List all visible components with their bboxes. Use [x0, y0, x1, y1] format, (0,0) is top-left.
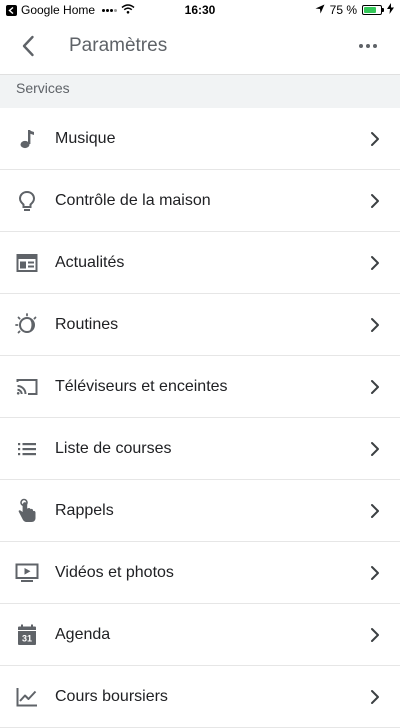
chevron-right-icon [371, 194, 379, 208]
section-title: Services [16, 80, 70, 96]
app-bar: Paramètres [0, 20, 400, 74]
cast-icon [14, 375, 40, 399]
signal-icon [102, 8, 118, 12]
lightbulb-icon [14, 189, 40, 213]
chevron-left-icon [22, 35, 34, 57]
more-options-button[interactable] [354, 34, 382, 58]
chevron-right-icon [371, 318, 379, 332]
list-item-label: Rappels [55, 502, 114, 519]
list-item-rappels[interactable]: Rappels [0, 480, 400, 542]
status-left: Google Home [6, 3, 135, 17]
video-icon [14, 561, 40, 585]
list-item-televiseurs[interactable]: Téléviseurs et enceintes [0, 356, 400, 418]
calendar-day-text: 31 [22, 634, 32, 644]
list-item-label: Vidéos et photos [55, 564, 174, 581]
chevron-right-icon [371, 380, 379, 394]
list-item-actualites[interactable]: Actualités [0, 232, 400, 294]
list-icon [14, 437, 40, 461]
chevron-right-icon [371, 690, 379, 704]
list-item-liste-courses[interactable]: Liste de courses [0, 418, 400, 480]
news-icon [14, 251, 40, 275]
list-item-routines[interactable]: Routines [0, 294, 400, 356]
wifi-icon [121, 3, 135, 17]
battery-percent: 75 % [329, 3, 357, 17]
list-item-musique[interactable]: Musique [0, 108, 400, 170]
back-button[interactable] [14, 32, 42, 60]
status-app-name[interactable]: Google Home [21, 3, 95, 17]
status-right: 75 % [315, 3, 394, 17]
services-list: Musique Contrôle de la maison Actualités [0, 108, 400, 728]
list-item-label: Liste de courses [55, 440, 172, 457]
battery-icon [362, 5, 384, 15]
calendar-icon: 31 [14, 623, 40, 647]
routines-icon [14, 313, 40, 337]
list-item-label: Téléviseurs et enceintes [55, 378, 228, 395]
chevron-right-icon [371, 442, 379, 456]
stocks-icon [14, 685, 40, 709]
chevron-right-icon [371, 628, 379, 642]
location-icon [315, 3, 325, 17]
list-item-label: Routines [55, 316, 119, 333]
list-item-label: Cours boursiers [55, 688, 168, 705]
charging-icon [387, 3, 394, 17]
list-item-label: Contrôle de la maison [55, 192, 211, 209]
more-horiz-icon [359, 44, 377, 48]
list-item-agenda[interactable]: 31 Agenda [0, 604, 400, 666]
list-item-label: Musique [55, 130, 116, 147]
back-to-app-icon[interactable] [6, 4, 17, 16]
chevron-right-icon [371, 256, 379, 270]
list-item-label: Agenda [55, 626, 111, 643]
list-item-label: Actualités [55, 254, 125, 271]
list-item-controle-maison[interactable]: Contrôle de la maison [0, 170, 400, 232]
reminder-hand-icon [14, 498, 40, 523]
chevron-right-icon [371, 132, 379, 146]
page-title: Paramètres [69, 35, 168, 56]
chevron-right-icon [371, 566, 379, 580]
section-header: Services [0, 74, 400, 108]
status-bar: Google Home 16:30 75 % [0, 0, 400, 20]
list-item-cours-boursiers[interactable]: Cours boursiers [0, 666, 400, 728]
chevron-right-icon [371, 504, 379, 518]
list-item-videos-photos[interactable]: Vidéos et photos [0, 542, 400, 604]
music-note-icon [14, 127, 40, 151]
